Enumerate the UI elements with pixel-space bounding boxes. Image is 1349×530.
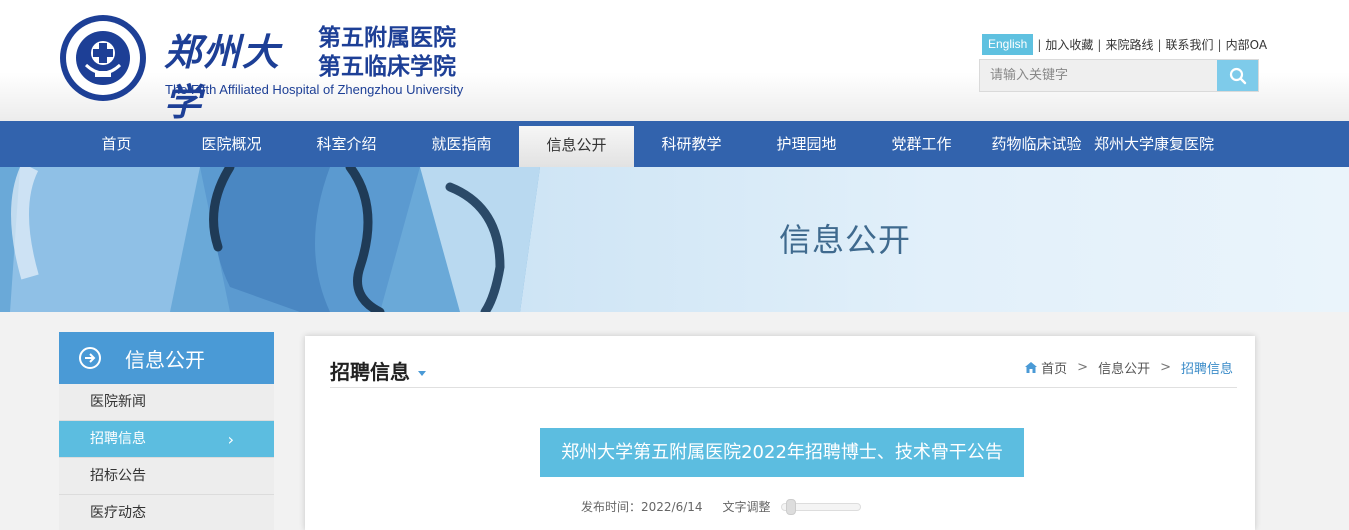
section-title-label: 招聘信息 xyxy=(330,360,410,384)
sidebar-item-recruitment[interactable]: 招聘信息 › xyxy=(59,421,274,458)
arrow-circle-icon xyxy=(79,347,101,369)
nav-item-home[interactable]: 首页 xyxy=(59,121,174,167)
internal-oa-link[interactable]: 内部OA xyxy=(1226,36,1267,53)
separator: | xyxy=(1217,37,1222,52)
sidebar-item-label: 医院新闻 xyxy=(90,394,146,410)
logo-english-name: The Fifth Affiliated Hospital of Zhengzh… xyxy=(165,82,464,97)
article-title: 郑州大学第五附属医院2022年招聘博士、技术骨干公告 xyxy=(540,428,1024,477)
separator: | xyxy=(1157,37,1162,52)
page-banner: 信息公开 xyxy=(0,167,1349,312)
search-box xyxy=(979,59,1259,92)
sidebar-item-label: 医疗动态 xyxy=(90,505,146,521)
home-icon xyxy=(1025,362,1038,373)
doctor-illustration xyxy=(0,167,540,312)
nav-item-research[interactable]: 科研教学 xyxy=(634,121,749,167)
main-nav: 首页 医院概况 科室介绍 就医指南 信息公开 科研教学 护理园地 党群工作 药物… xyxy=(0,121,1349,167)
logo-hospital-line2: 第五临床学院 xyxy=(318,54,456,80)
separator: | xyxy=(1097,37,1102,52)
nav-item-overview[interactable]: 医院概况 xyxy=(174,121,289,167)
breadcrumb: 首页 > 信息公开 > 招聘信息 xyxy=(1025,358,1233,377)
sidebar-heading: 信息公开 xyxy=(59,332,274,384)
breadcrumb-current[interactable]: 招聘信息 xyxy=(1181,358,1233,377)
publish-label: 发布时间： xyxy=(581,500,642,514)
search-button[interactable] xyxy=(1217,60,1258,91)
university-emblem-icon[interactable] xyxy=(58,13,148,103)
breadcrumb-home[interactable]: 首页 xyxy=(1041,358,1067,377)
nav-item-departments[interactable]: 科室介绍 xyxy=(289,121,404,167)
breadcrumb-parent[interactable]: 信息公开 xyxy=(1098,358,1150,377)
sidebar-item-medical-news[interactable]: 医疗动态 xyxy=(59,495,274,530)
breadcrumb-separator: > xyxy=(1160,360,1171,375)
slider-handle[interactable] xyxy=(785,498,796,515)
english-link[interactable]: English xyxy=(982,34,1034,55)
banner-title: 信息公开 xyxy=(779,221,912,259)
nav-item-party[interactable]: 党群工作 xyxy=(864,121,979,167)
breadcrumb-separator: > xyxy=(1077,360,1089,375)
nav-item-rehab-hospital[interactable]: 郑州大学康复医院 xyxy=(1094,121,1214,167)
nav-item-info-disclosure[interactable]: 信息公开 xyxy=(519,126,634,167)
route-link[interactable]: 来院路线 xyxy=(1105,36,1153,53)
chevron-right-icon: › xyxy=(227,430,234,449)
sidebar-item-label: 招聘信息 xyxy=(90,431,146,447)
add-favorite-link[interactable]: 加入收藏 xyxy=(1045,36,1093,53)
nav-item-nursing[interactable]: 护理园地 xyxy=(749,121,864,167)
sidebar-heading-label: 信息公开 xyxy=(125,347,205,372)
divider xyxy=(330,387,1237,388)
font-adjust-label: 文字调整 xyxy=(722,500,771,514)
contact-link[interactable]: 联系我们 xyxy=(1166,36,1214,53)
logo-hospital-name: 第五附属医院 第五临床学院 xyxy=(318,24,478,82)
article-meta: 发布时间： 2022/6/14 文字调整 xyxy=(581,498,861,515)
sidebar-item-tenders[interactable]: 招标公告 xyxy=(59,458,274,495)
section-title[interactable]: 招聘信息 xyxy=(330,356,426,385)
logo-hospital-line1: 第五附属医院 xyxy=(318,25,456,51)
logo-university-name: 郑州大学 xyxy=(164,30,281,124)
separator: | xyxy=(1037,37,1042,52)
content-panel: 招聘信息 首页 > 信息公开 > 招聘信息 郑州大学第五附属医院2022年招聘博… xyxy=(305,336,1255,530)
caret-down-icon xyxy=(418,371,426,376)
sidebar: 信息公开 医院新闻 招聘信息 › 招标公告 医疗动态 xyxy=(59,332,274,530)
font-size-slider[interactable] xyxy=(780,498,861,515)
search-input[interactable] xyxy=(980,60,1217,91)
search-icon xyxy=(1229,67,1246,84)
sidebar-item-label: 招标公告 xyxy=(90,468,146,484)
site-header: 郑州大学 第五附属医院 第五临床学院 The Fifth Affiliated … xyxy=(0,0,1349,124)
nav-item-guide[interactable]: 就医指南 xyxy=(404,121,519,167)
sidebar-item-hospital-news[interactable]: 医院新闻 xyxy=(59,384,274,421)
publish-date: 2022/6/14 xyxy=(641,499,703,514)
nav-item-clinical-trials[interactable]: 药物临床试验 xyxy=(979,121,1094,167)
top-links: English | 加入收藏 | 来院路线 | 联系我们 | 内部OA xyxy=(982,34,1267,55)
